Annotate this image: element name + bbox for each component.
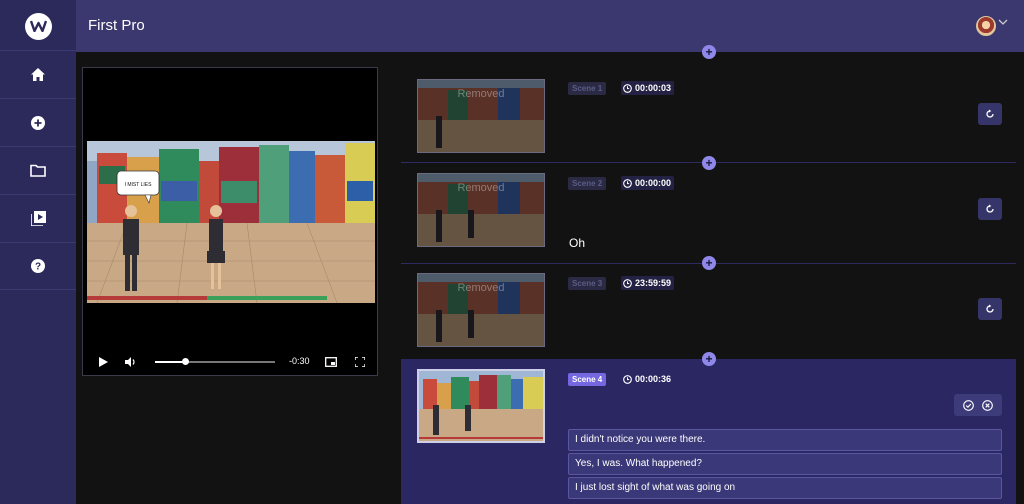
scene-label: Scene 1 xyxy=(568,82,607,95)
scene-row-4: Scene 4 00:00:36 I didn't notice you wer… xyxy=(401,359,1016,504)
play-icon[interactable] xyxy=(99,357,108,367)
add-scene-button[interactable]: + xyxy=(702,352,716,366)
chevron-down-icon[interactable] xyxy=(998,19,1008,26)
help-icon: ? xyxy=(31,259,45,273)
scene-thumbnail[interactable]: Removed xyxy=(417,173,545,247)
refresh-icon xyxy=(986,304,994,313)
video-library-icon xyxy=(30,211,46,226)
volume-icon[interactable] xyxy=(125,356,137,368)
scene-duration[interactable]: 00:00:36 xyxy=(621,372,674,386)
sidebar-item-help[interactable]: ? xyxy=(0,242,76,290)
clock-icon xyxy=(623,278,632,288)
video-frame: I MIST LIES xyxy=(87,141,375,303)
sidebar-item-create[interactable] xyxy=(0,98,76,146)
app-logo[interactable] xyxy=(0,0,76,52)
sidebar-item-folder[interactable] xyxy=(0,146,76,194)
dialogue-line-input[interactable]: Yes, I was. What happened? xyxy=(568,453,1002,475)
time-remaining: -0:30 xyxy=(289,356,310,366)
plus-circle-icon xyxy=(31,115,45,130)
scene-duration-value: 00:00:00 xyxy=(635,178,672,188)
sidebar: ? xyxy=(0,0,76,504)
clock-icon xyxy=(623,374,632,384)
reset-scene-button[interactable] xyxy=(978,198,1002,220)
scene-label: Scene 2 xyxy=(568,177,607,190)
scene-duration[interactable]: 00:00:03 xyxy=(621,81,675,95)
seek-slider[interactable] xyxy=(155,358,275,365)
edit-actions xyxy=(954,394,1002,416)
scene-duration[interactable]: 00:00:00 xyxy=(621,176,675,190)
fullscreen-icon[interactable] xyxy=(355,357,365,367)
reset-scene-button[interactable] xyxy=(978,298,1002,320)
scene-duration-value: 23:59:59 xyxy=(635,278,672,288)
scene-row-2: Removed Scene 2 00:00:00 Oh xyxy=(401,166,1016,262)
scene-duration-value: 00:00:03 xyxy=(635,83,672,93)
sidebar-item-media-library[interactable] xyxy=(0,194,76,242)
thumbnail-removed-label: Removed xyxy=(457,282,505,294)
speech-bubble-text: I MIST LIES xyxy=(125,182,153,188)
player-controls: -0:30 xyxy=(87,351,375,373)
folder-icon xyxy=(30,164,46,177)
scene-duration-value: 00:00:36 xyxy=(635,374,672,384)
refresh-icon xyxy=(986,109,994,118)
home-icon xyxy=(31,68,45,81)
picture-in-picture-icon[interactable] xyxy=(325,357,337,367)
scene-thumbnail[interactable]: Removed xyxy=(417,79,545,153)
refresh-icon xyxy=(986,204,994,213)
scene-row-3: Removed Scene 3 23:59:59 xyxy=(401,267,1016,357)
scene-dialogue-text[interactable]: Oh xyxy=(569,236,585,250)
dialogue-line-input[interactable]: I didn't notice you were there. xyxy=(568,429,1002,451)
seek-progress xyxy=(155,361,185,363)
thumbnail-removed-label: Removed xyxy=(457,88,505,100)
check-icon[interactable] xyxy=(963,399,974,411)
close-icon[interactable] xyxy=(982,399,993,411)
clock-icon xyxy=(623,83,632,93)
scene-label: Scene 4 xyxy=(568,373,607,386)
seek-handle[interactable] xyxy=(182,358,189,365)
scene-thumbnail[interactable] xyxy=(417,369,545,443)
clock-icon xyxy=(623,178,632,188)
app-title: First Pro xyxy=(88,17,145,34)
add-scene-button[interactable]: + xyxy=(702,45,716,59)
sidebar-item-home[interactable] xyxy=(0,50,76,98)
thumbnail-removed-label: Removed xyxy=(457,182,505,194)
scene-duration[interactable]: 23:59:59 xyxy=(621,276,675,290)
scene-label: Scene 3 xyxy=(568,277,607,290)
scene-thumbnail[interactable]: Removed xyxy=(417,273,545,347)
logo-icon xyxy=(24,12,52,40)
svg-text:?: ? xyxy=(35,262,41,273)
scene-row-1: Removed Scene 1 00:00:03 xyxy=(401,72,1016,162)
user-avatar[interactable] xyxy=(976,16,996,36)
reset-scene-button[interactable] xyxy=(978,103,1002,125)
video-player[interactable]: I MIST LIES -0:30 xyxy=(82,67,378,376)
top-header: First Pro xyxy=(76,0,1024,52)
dialogue-line-input[interactable]: I just lost sight of what was going on xyxy=(568,477,1002,499)
